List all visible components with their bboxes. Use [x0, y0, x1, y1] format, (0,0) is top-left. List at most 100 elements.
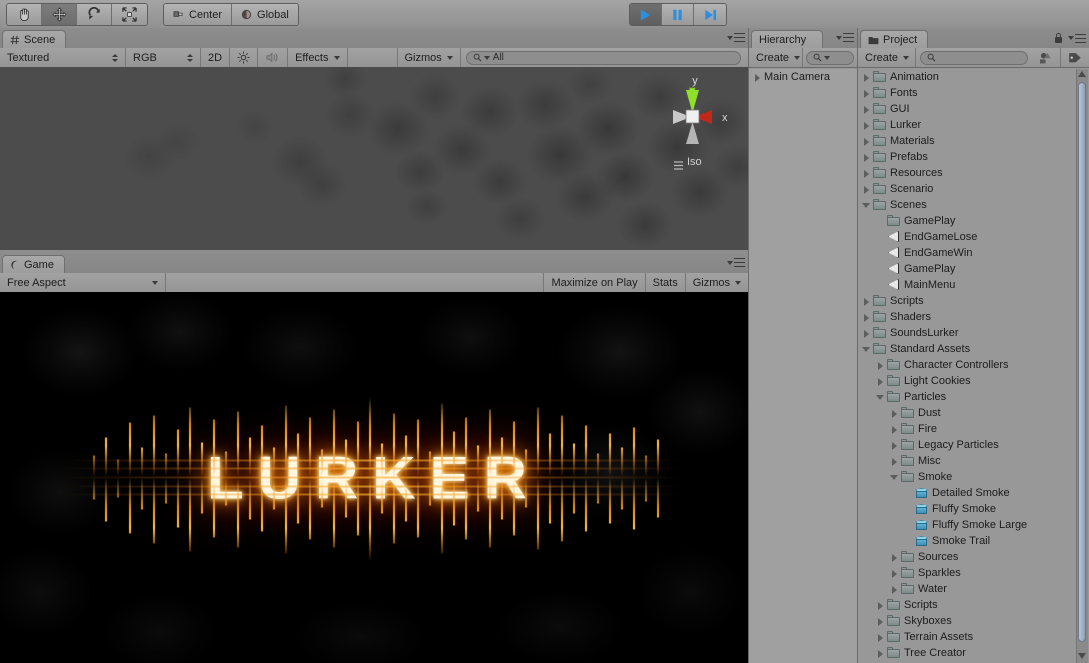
project-tree-row[interactable]: MainMenu [858, 277, 1078, 293]
project-tree-row[interactable]: Sparkles [858, 565, 1078, 581]
filter-by-type-button[interactable] [1032, 48, 1061, 67]
project-tree-row[interactable]: GUI [858, 101, 1078, 117]
project-tree-row[interactable]: Prefabs [858, 149, 1078, 165]
chevron-right-icon[interactable] [862, 153, 871, 162]
project-tree-row[interactable]: Legacy Particles [858, 437, 1078, 453]
project-tree-row[interactable]: GamePlay [858, 261, 1078, 277]
project-scrollbar-thumb[interactable] [1078, 82, 1086, 642]
chevron-down-icon[interactable] [890, 473, 899, 482]
project-tree-row[interactable]: Scenes [858, 197, 1078, 213]
chevron-right-icon[interactable] [862, 313, 871, 322]
project-scrollbar[interactable] [1076, 69, 1088, 663]
filter-by-label-button[interactable] [1061, 48, 1089, 67]
project-search-input[interactable] [920, 50, 1028, 65]
project-panel-menu[interactable] [1054, 33, 1086, 43]
chevron-right-icon[interactable] [862, 329, 871, 338]
project-tree-row[interactable]: Animation [858, 69, 1078, 85]
project-tree-row[interactable]: Scripts [858, 597, 1078, 613]
project-tree-row[interactable]: Skyboxes [858, 613, 1078, 629]
pause-button[interactable] [662, 4, 694, 25]
step-button[interactable] [694, 4, 726, 25]
chevron-right-icon[interactable] [876, 361, 885, 370]
project-tree-row[interactable]: Fluffy Smoke Large [858, 517, 1078, 533]
chevron-right-icon[interactable] [862, 297, 871, 306]
chevron-right-icon[interactable] [862, 169, 871, 178]
scene-orientation-gizmo[interactable]: y x Iso [652, 72, 732, 172]
project-tree-row[interactable]: Lurker [858, 117, 1078, 133]
project-tree-row[interactable]: Materials [858, 133, 1078, 149]
scene-panel-menu[interactable] [727, 33, 745, 42]
vertical-splitter-left[interactable] [748, 28, 749, 663]
project-tree-row[interactable]: Misc [858, 453, 1078, 469]
project-tree-row[interactable]: Fonts [858, 85, 1078, 101]
toggle-lighting-button[interactable] [230, 48, 259, 67]
chevron-right-icon[interactable] [876, 649, 885, 658]
chevron-right-icon[interactable] [890, 409, 899, 418]
project-tree-row[interactable]: Smoke [858, 469, 1078, 485]
project-tree-row[interactable]: Detailed Smoke [858, 485, 1078, 501]
chevron-right-icon[interactable] [890, 585, 899, 594]
project-create-button[interactable]: Create [858, 48, 916, 67]
hand-tool-button[interactable] [7, 4, 42, 25]
project-tree-row[interactable]: GamePlay [858, 213, 1078, 229]
chevron-right-icon[interactable] [862, 89, 871, 98]
project-tree-row[interactable]: Scenario [858, 181, 1078, 197]
chevron-right-icon[interactable] [890, 457, 899, 466]
chevron-right-icon[interactable] [862, 105, 871, 114]
rotate-tool-button[interactable] [77, 4, 112, 25]
game-viewport[interactable]: LURKER [0, 292, 748, 663]
render-mode-dropdown[interactable]: RGB [126, 48, 201, 67]
scale-tool-button[interactable] [112, 4, 147, 25]
game-gizmos-dropdown[interactable]: Gizmos [686, 273, 748, 292]
hierarchy-search-input[interactable] [806, 50, 854, 65]
chevron-right-icon[interactable] [876, 617, 885, 626]
toggle-audio-button[interactable] [258, 48, 289, 67]
chevron-down-icon[interactable] [862, 345, 871, 354]
lock-icon[interactable] [1054, 33, 1063, 43]
hierarchy-tree[interactable]: Main Camera [749, 69, 857, 663]
project-tree-row[interactable]: EndGameLose [858, 229, 1078, 245]
tab-game[interactable]: Game [2, 255, 65, 273]
project-tree-row[interactable]: Fluffy Smoke [858, 501, 1078, 517]
project-tree-row[interactable]: Terrain Assets [858, 629, 1078, 645]
project-tree-row[interactable]: Sources [858, 549, 1078, 565]
project-tree-row[interactable]: Dust [858, 405, 1078, 421]
chevron-right-icon[interactable] [890, 441, 899, 450]
chevron-down-icon[interactable] [862, 201, 871, 210]
hierarchy-item-main-camera[interactable]: Main Camera [749, 69, 857, 85]
project-tree-row[interactable]: Particles [858, 389, 1078, 405]
project-tree-row[interactable]: Character Controllers [858, 357, 1078, 373]
chevron-right-icon[interactable] [876, 601, 885, 610]
chevron-right-icon[interactable] [862, 73, 871, 82]
hierarchy-panel-menu[interactable] [836, 33, 854, 42]
aspect-ratio-dropdown[interactable]: Free Aspect [0, 273, 166, 292]
vertical-splitter-right[interactable] [857, 28, 858, 663]
chevron-right-icon[interactable] [862, 121, 871, 130]
project-tree-row[interactable]: Fire [858, 421, 1078, 437]
horizontal-splitter[interactable] [0, 250, 748, 253]
scene-viewport[interactable]: y x Iso [0, 67, 748, 250]
project-tree-row[interactable]: Light Cookies [858, 373, 1078, 389]
tab-hierarchy[interactable]: Hierarchy [751, 30, 823, 48]
project-tree-row[interactable]: Shaders [858, 309, 1078, 325]
chevron-right-icon[interactable] [876, 633, 885, 642]
stats-button[interactable]: Stats [646, 273, 686, 292]
game-panel-menu[interactable] [727, 258, 745, 267]
maximize-on-play-button[interactable]: Maximize on Play [544, 273, 646, 292]
hierarchy-create-button[interactable]: Create [749, 48, 803, 67]
project-tree-row[interactable]: Water [858, 581, 1078, 597]
scroll-down-arrow-icon[interactable] [1078, 652, 1087, 661]
project-tree-row[interactable]: Standard Assets [858, 341, 1078, 357]
play-button[interactable] [630, 4, 662, 25]
chevron-down-icon[interactable] [876, 393, 885, 402]
project-tree[interactable]: Animation Fonts GUI Lurker Materials Prefabs R… [858, 69, 1078, 663]
scene-search-input[interactable]: All [465, 50, 741, 65]
project-tree-row[interactable]: SoundsLurker [858, 325, 1078, 341]
toggle-2d-button[interactable]: 2D [201, 48, 231, 67]
chevron-right-icon[interactable] [862, 185, 871, 194]
chevron-right-icon[interactable] [890, 569, 899, 578]
tab-project[interactable]: Project [860, 30, 929, 48]
draw-mode-dropdown[interactable]: Textured [0, 48, 126, 67]
scroll-up-arrow-icon[interactable] [1078, 70, 1087, 79]
move-tool-button[interactable] [42, 4, 77, 25]
